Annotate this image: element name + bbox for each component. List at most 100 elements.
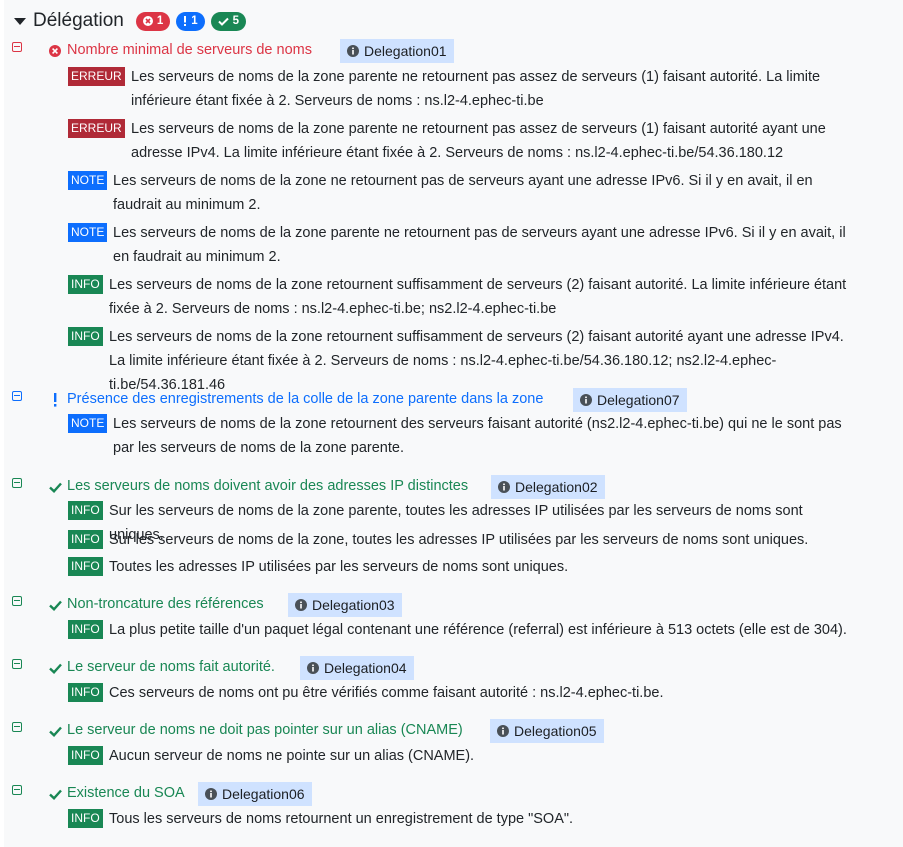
test-id: Delegation03	[312, 597, 395, 613]
test-id-badge: Delegation06	[198, 782, 312, 806]
test-id: Delegation06	[222, 786, 305, 802]
severity-tag: INFO	[68, 620, 103, 639]
info-circle-icon	[580, 394, 592, 406]
collapse-toggle-icon[interactable]	[12, 722, 22, 732]
message-row: INFO La plus petite taille d'un paquet lé…	[68, 618, 898, 642]
caret-down-icon[interactable]	[14, 18, 26, 25]
info-circle-icon	[307, 662, 319, 674]
check-icon	[217, 17, 229, 26]
test-header[interactable]: Nombre minimal de serveurs de noms Delega…	[4, 39, 903, 63]
message-text: Les serveurs de noms de la zone ne retou…	[113, 173, 813, 213]
severity-tag: INFO	[68, 683, 103, 702]
status-icon	[48, 393, 62, 407]
severity-tag: INFO	[68, 746, 103, 765]
exclamation-icon	[54, 393, 57, 407]
test-header[interactable]: Les serveurs de noms doivent avoir des a…	[4, 475, 903, 499]
check-icon	[48, 600, 62, 611]
warning-count: 1	[191, 15, 198, 27]
test-name: Non-troncature des références	[67, 596, 264, 612]
info-circle-icon	[497, 725, 509, 737]
test-name: Nombre minimal de serveurs de noms	[67, 42, 312, 58]
test-id-badge: Delegation07	[573, 388, 687, 412]
test-id: Delegation01	[364, 43, 447, 59]
test-name: Le serveur de noms ne doit pas pointer s…	[67, 722, 463, 738]
test-name: Existence du SOA	[67, 785, 185, 801]
test-header[interactable]: Non-troncature des références Delegation0…	[4, 593, 903, 617]
test-name: Présence des enregistrements de la colle…	[67, 391, 544, 407]
message-text: Les serveurs de noms de la zone parente …	[113, 225, 846, 265]
message-row: INFO Aucun serveur de noms ne pointe sur …	[68, 744, 898, 768]
message-row: ERREUR Les serveurs de noms de la zone pa…	[68, 117, 898, 165]
info-circle-icon	[295, 599, 307, 611]
severity-tag: NOTE	[68, 414, 108, 433]
message-text: Tous les serveurs de noms retournent un …	[109, 811, 574, 827]
message-text: Sur les serveurs de noms de la zone, tou…	[109, 532, 809, 548]
delegation-panel: Délégation 1 1 5 Nombre minimal de serve…	[4, 0, 903, 847]
severity-tag: NOTE	[68, 171, 108, 190]
test-block-delegation04: Le serveur de noms fait autorité. Delegat…	[4, 656, 903, 702]
test-id: Delegation07	[597, 392, 680, 408]
error-count-badge: 1	[135, 11, 171, 31]
severity-tag: ERREUR	[68, 67, 125, 86]
message-row: INFO Tous les serveurs de noms retournent…	[68, 807, 898, 831]
collapse-toggle-icon[interactable]	[12, 596, 22, 606]
check-icon	[48, 726, 62, 737]
severity-tag: NOTE	[68, 223, 108, 242]
error-count: 1	[156, 15, 164, 27]
severity-tag: ERREUR	[68, 119, 125, 138]
check-icon	[48, 482, 62, 493]
test-id-badge: Delegation05	[490, 719, 604, 743]
test-id-badge: Delegation04	[300, 656, 414, 680]
message-text: Toutes les adresses IP utilisées par les…	[109, 559, 569, 575]
collapse-toggle-icon[interactable]	[12, 391, 22, 401]
test-name: Le serveur de noms fait autorité.	[67, 659, 275, 675]
status-icon	[48, 724, 62, 738]
test-header[interactable]: Le serveur de noms ne doit pas pointer s…	[4, 719, 903, 743]
info-circle-icon	[205, 788, 217, 800]
test-header[interactable]: Présence des enregistrements de la colle…	[4, 388, 903, 412]
status-icon	[48, 598, 62, 612]
status-icon	[48, 480, 62, 494]
test-id-badge: Delegation02	[491, 475, 605, 499]
warning-count-badge: 1	[176, 11, 205, 31]
collapse-toggle-icon[interactable]	[12, 785, 22, 795]
x-circle-icon	[49, 45, 61, 57]
check-icon	[48, 663, 62, 674]
collapse-toggle-icon[interactable]	[12, 478, 22, 488]
message-row: NOTE Les serveurs de noms de la zone ne r…	[68, 169, 898, 217]
success-count-badge: 5	[210, 11, 247, 31]
collapse-toggle-icon[interactable]	[12, 659, 22, 669]
severity-tag: INFO	[68, 809, 103, 828]
test-id: Delegation04	[324, 660, 407, 676]
message-text: Les serveurs de noms de la zone parente …	[131, 69, 821, 109]
message-text: Ces serveurs de noms ont pu être vérifié…	[109, 685, 664, 701]
message-row: INFO Les serveurs de noms de la zone reto…	[68, 273, 898, 321]
status-icon	[48, 44, 62, 58]
test-block-delegation06: Existence du SOA Delegation06 INFO Tous les…	[4, 782, 903, 828]
section-title: Délégation	[33, 10, 124, 31]
message-text: Les serveurs de noms de la zone retourne…	[109, 329, 844, 393]
message-row: INFO Les serveurs de noms de la zone reto…	[68, 325, 898, 397]
status-icon	[48, 787, 62, 801]
message-text: Aucun serveur de noms ne pointe sur un a…	[109, 748, 475, 764]
test-id-badge: Delegation03	[288, 593, 402, 617]
test-header[interactable]: Le serveur de noms fait autorité. Delegat…	[4, 656, 903, 680]
x-circle-icon	[142, 16, 153, 26]
test-block-delegation07: Présence des enregistrements de la colle…	[4, 388, 903, 456]
test-id-badge: Delegation01	[340, 39, 454, 63]
message-row: INFO Toutes les adresses IP utilisées par…	[68, 555, 898, 579]
message-row: ERREUR Les serveurs de noms de la zone pa…	[68, 65, 898, 113]
delegation-header[interactable]: Délégation 1 1 5	[14, 8, 252, 34]
message-text: Les serveurs de noms de la zone retourne…	[109, 277, 847, 317]
info-circle-icon	[498, 481, 510, 493]
collapse-toggle-icon[interactable]	[12, 42, 22, 52]
severity-tag: INFO	[68, 557, 103, 576]
message-row: NOTE Les serveurs de noms de la zone reto…	[68, 412, 898, 460]
status-icon	[48, 661, 62, 675]
message-text: La plus petite taille d'un paquet légal …	[109, 622, 847, 638]
severity-tag: INFO	[68, 275, 103, 294]
test-name: Les serveurs de noms doivent avoir des a…	[67, 478, 469, 494]
test-block-delegation03: Non-troncature des références Delegation0…	[4, 593, 903, 639]
test-block-delegation05: Le serveur de noms ne doit pas pointer s…	[4, 719, 903, 765]
test-header[interactable]: Existence du SOA Delegation06	[4, 782, 903, 806]
